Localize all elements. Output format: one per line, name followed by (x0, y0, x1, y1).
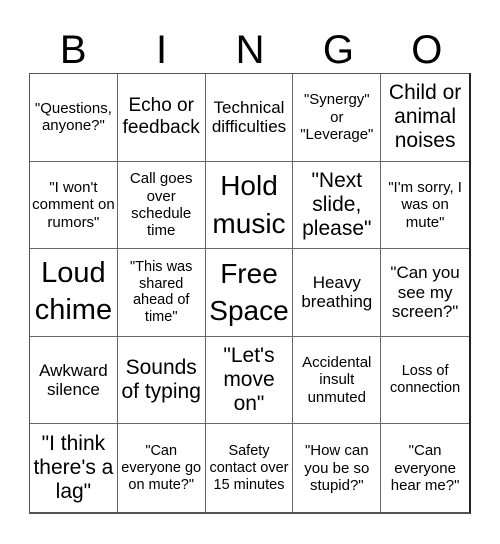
bingo-cell[interactable]: "Questions, anyone?" (30, 74, 118, 162)
bingo-cell[interactable]: "I won't comment on rumors" (30, 161, 118, 250)
bingo-cell[interactable]: "Can everyone hear me?" (381, 424, 469, 512)
bingo-cell[interactable]: Heavy breathing (293, 249, 382, 337)
bingo-cell[interactable]: Child or animal noises (381, 74, 469, 162)
bingo-cell[interactable]: "Can everyone go on mute?" (118, 424, 206, 512)
bingo-cell[interactable]: Technical difficulties (205, 74, 294, 162)
bingo-cell[interactable]: Sounds of typing (117, 336, 206, 425)
bingo-cell[interactable]: Safety contact over 15 minutes (206, 424, 294, 512)
bingo-cell[interactable]: "Next slide, please" (293, 161, 382, 250)
bingo-cell[interactable]: "This was shared ahead of time" (117, 249, 206, 337)
bingo-cell[interactable]: "Synergy" or "Leverage" (293, 74, 382, 162)
bingo-card-grid: "Questions, anyone?" Echo or feedback Te… (29, 73, 471, 514)
bingo-cell[interactable]: "I think there's a lag" (30, 424, 118, 512)
header-letter-b: B (59, 28, 87, 72)
bingo-cell[interactable]: Awkward silence (30, 336, 118, 425)
bingo-cell[interactable]: Loud chime (30, 249, 118, 337)
bingo-header: B I N G O (29, 28, 471, 73)
header-letter-g: G (322, 28, 354, 72)
bingo-cell[interactable]: Call goes over schedule time (117, 161, 206, 250)
free-space-cell[interactable]: Free Space (205, 249, 294, 337)
header-letter-n: N (235, 28, 265, 72)
bingo-cell[interactable]: "How can you be so stupid?" (293, 424, 382, 512)
header-letter-o: O (411, 28, 443, 72)
header-letter-i: I (156, 28, 168, 72)
bingo-cell[interactable]: "Can you see my screen?" (381, 249, 469, 337)
bingo-cell[interactable]: Echo or feedback (117, 74, 206, 162)
bingo-cell[interactable]: "Let's move on" (205, 336, 294, 425)
bingo-cell[interactable]: Accidental insult unmuted (293, 336, 382, 425)
bingo-cell[interactable]: "I'm sorry, I was on mute" (381, 162, 469, 250)
bingo-cell[interactable]: Loss of connection (381, 337, 469, 425)
bingo-cell[interactable]: Hold music (205, 161, 294, 250)
